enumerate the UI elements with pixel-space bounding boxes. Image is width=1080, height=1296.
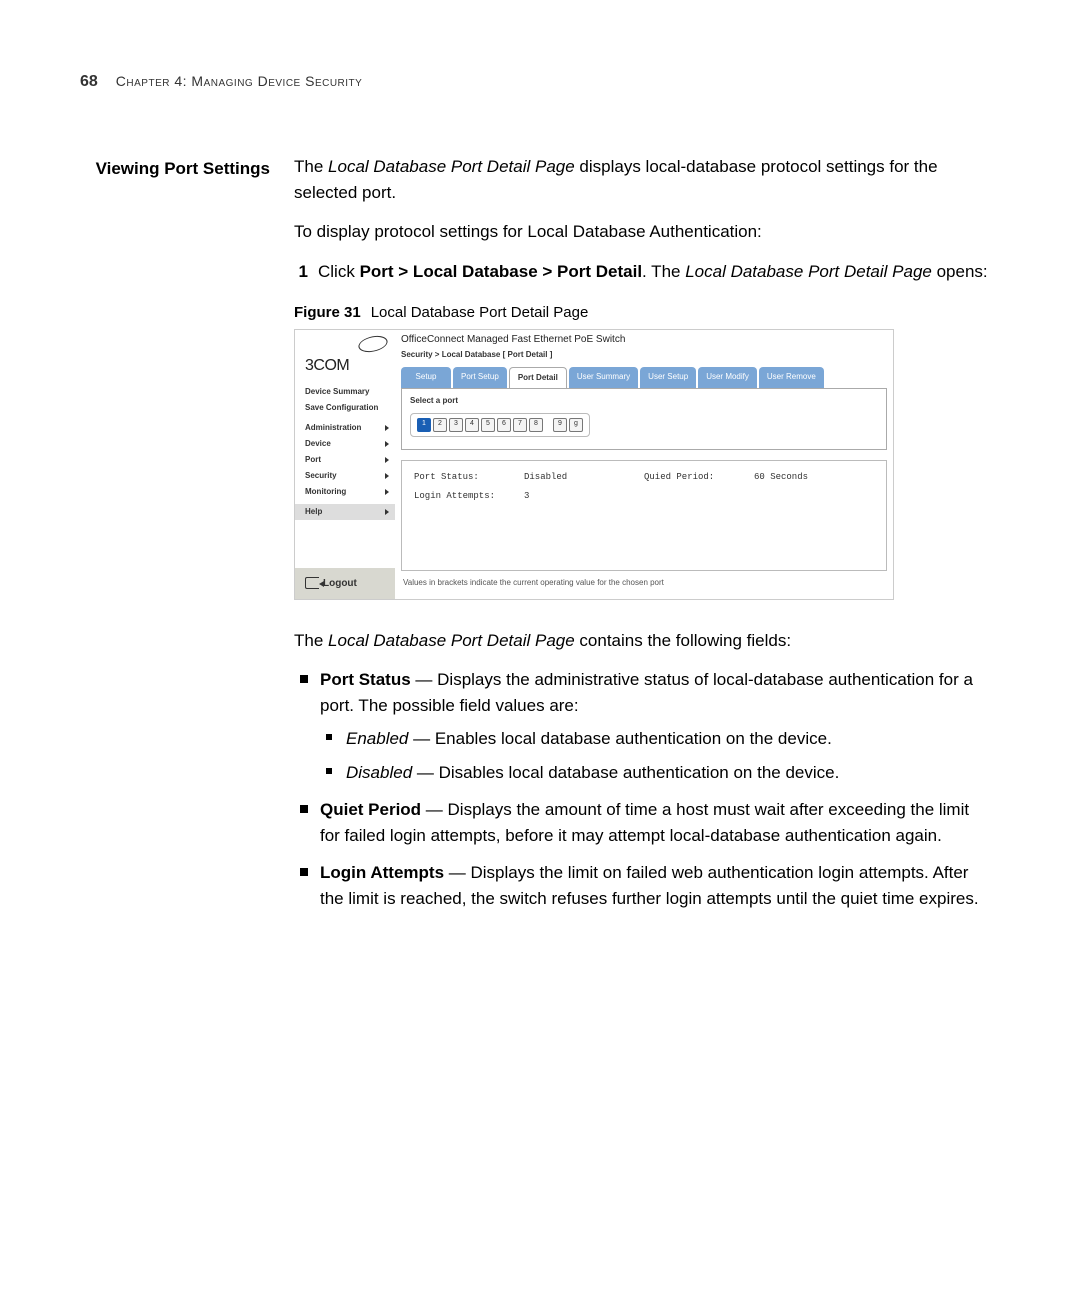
login-attempts-value: 3 <box>524 490 644 504</box>
figure-caption: Figure 31 Local Database Port Detail Page <box>294 302 990 325</box>
page-name-italic: Local Database Port Detail Page <box>685 262 932 281</box>
logo: 3COM <box>295 330 395 384</box>
page-name-italic: Local Database Port Detail Page <box>328 157 575 176</box>
chevron-right-icon <box>385 473 389 479</box>
login-attempts-label: Login Attempts: <box>414 490 524 504</box>
chevron-right-icon <box>385 457 389 463</box>
chevron-right-icon <box>385 489 389 495</box>
tab-user-summary[interactable]: User Summary <box>569 367 638 388</box>
intro-paragraph-2: To display protocol settings for Local D… <box>294 219 990 245</box>
nav-monitoring[interactable]: Monitoring <box>295 484 395 500</box>
text: — Enables local database authentication … <box>408 729 831 748</box>
app-title: OfficeConnect Managed Fast Ethernet PoE … <box>395 330 893 349</box>
port-6[interactable]: 6 <box>497 418 511 432</box>
nav-label: Security <box>305 470 337 482</box>
step-number: 1 <box>294 259 308 285</box>
port-5[interactable]: 5 <box>481 418 495 432</box>
list-item: Quiet Period — Displays the amount of ti… <box>294 797 990 848</box>
text: The <box>294 157 328 176</box>
text: The <box>294 631 328 650</box>
after-figure-lead: The Local Database Port Detail Page cont… <box>294 628 990 654</box>
page-number: 68 <box>80 70 98 94</box>
port-3[interactable]: 3 <box>449 418 463 432</box>
field-list: Port Status — Displays the administrativ… <box>294 667 990 911</box>
port-7[interactable]: 7 <box>513 418 527 432</box>
step-1: 1 Click Port > Local Database > Port Det… <box>294 259 990 285</box>
logo-swirl-icon <box>356 334 389 352</box>
chevron-right-icon <box>385 425 389 431</box>
sidebar: 3COM Device Summary Save Configuration A… <box>295 330 395 599</box>
menu-path: Port > Local Database > Port Detail <box>360 262 642 281</box>
tab-port-detail[interactable]: Port Detail <box>509 367 567 388</box>
intro-paragraph-1: The Local Database Port Detail Page disp… <box>294 154 990 205</box>
chevron-right-icon <box>385 441 389 447</box>
sub-list: Enabled — Enables local database authent… <box>320 726 990 785</box>
port-8[interactable]: 8 <box>529 418 543 432</box>
tab-user-remove[interactable]: User Remove <box>759 367 824 388</box>
nav-device-summary[interactable]: Device Summary <box>295 384 395 400</box>
nav-label: Help <box>305 506 322 518</box>
text: — Disables local database authentication… <box>412 763 839 782</box>
chevron-right-icon <box>385 509 389 515</box>
field-name: Quiet Period <box>320 800 421 819</box>
port-2[interactable]: 2 <box>433 418 447 432</box>
port-4[interactable]: 4 <box>465 418 479 432</box>
logo-text: 3COM <box>305 354 387 378</box>
nav-port[interactable]: Port <box>295 452 395 468</box>
list-item: Disabled — Disables local database authe… <box>320 760 990 786</box>
port-detail-values: Port Status: Disabled Quied Period: 60 S… <box>401 460 887 571</box>
chapter-title: Chapter 4: Managing Device Security <box>116 71 363 92</box>
nav-label: Device <box>305 438 331 450</box>
tab-bar: Setup Port Setup Port Detail User Summar… <box>395 365 893 388</box>
page-name-italic: Local Database Port Detail Page <box>328 631 575 650</box>
breadcrumb: Security > Local Database [ Port Detail … <box>395 349 893 365</box>
port-status-value: Disabled <box>524 471 644 485</box>
port-status-label: Port Status: <box>414 471 524 485</box>
figure-title: Local Database Port Detail Page <box>371 304 589 321</box>
port-g[interactable]: g <box>569 418 583 432</box>
list-item: Enabled — Enables local database authent… <box>320 726 990 752</box>
nav-administration[interactable]: Administration <box>295 420 395 436</box>
list-item: Login Attempts — Displays the limit on f… <box>294 860 990 911</box>
port-1[interactable]: 1 <box>417 418 431 432</box>
port-selector: 1 2 3 4 5 6 7 8 9 g <box>410 413 590 437</box>
figure-footnote: Values in brackets indicate the current … <box>395 577 893 599</box>
logout-icon <box>305 577 319 589</box>
text: contains the following fields: <box>575 631 791 650</box>
main-panel: OfficeConnect Managed Fast Ethernet PoE … <box>395 330 893 599</box>
value-name: Disabled <box>346 763 412 782</box>
nav-label: Port <box>305 454 321 466</box>
tab-user-modify[interactable]: User Modify <box>698 367 757 388</box>
field-name: Login Attempts <box>320 863 444 882</box>
tab-setup[interactable]: Setup <box>401 367 451 388</box>
quiet-period-label: Quied Period: <box>644 471 754 485</box>
select-port-label: Select a port <box>410 395 878 407</box>
step-text: Click Port > Local Database > Port Detai… <box>318 259 988 285</box>
nav-label: Administration <box>305 422 361 434</box>
list-item: Port Status — Displays the administrativ… <box>294 667 990 785</box>
figure-label: Figure 31 <box>294 304 361 321</box>
nav-save-configuration[interactable]: Save Configuration <box>295 400 395 416</box>
field-name: Port Status <box>320 670 411 689</box>
nav-label: Monitoring <box>305 486 346 498</box>
nav-device[interactable]: Device <box>295 436 395 452</box>
nav-help[interactable]: Help <box>295 504 395 520</box>
text: . The <box>642 262 685 281</box>
figure-screenshot: 3COM Device Summary Save Configuration A… <box>294 329 894 600</box>
port-selector-panel: Select a port 1 2 3 4 5 6 7 8 9 g <box>401 388 887 450</box>
section-heading: Viewing Port Settings <box>80 154 270 923</box>
text: opens: <box>932 262 988 281</box>
nav-security[interactable]: Security <box>295 468 395 484</box>
tab-user-setup[interactable]: User Setup <box>640 367 696 388</box>
value-name: Enabled <box>346 729 408 748</box>
text: — Displays the administrative status of … <box>320 670 973 715</box>
running-header: 68 Chapter 4: Managing Device Security <box>80 70 990 94</box>
tab-port-setup[interactable]: Port Setup <box>453 367 507 388</box>
logout-label: Logout <box>323 576 357 591</box>
port-9[interactable]: 9 <box>553 418 567 432</box>
logout-button[interactable]: Logout <box>295 568 395 599</box>
quiet-period-value: 60 Seconds <box>754 471 874 485</box>
text: Click <box>318 262 360 281</box>
